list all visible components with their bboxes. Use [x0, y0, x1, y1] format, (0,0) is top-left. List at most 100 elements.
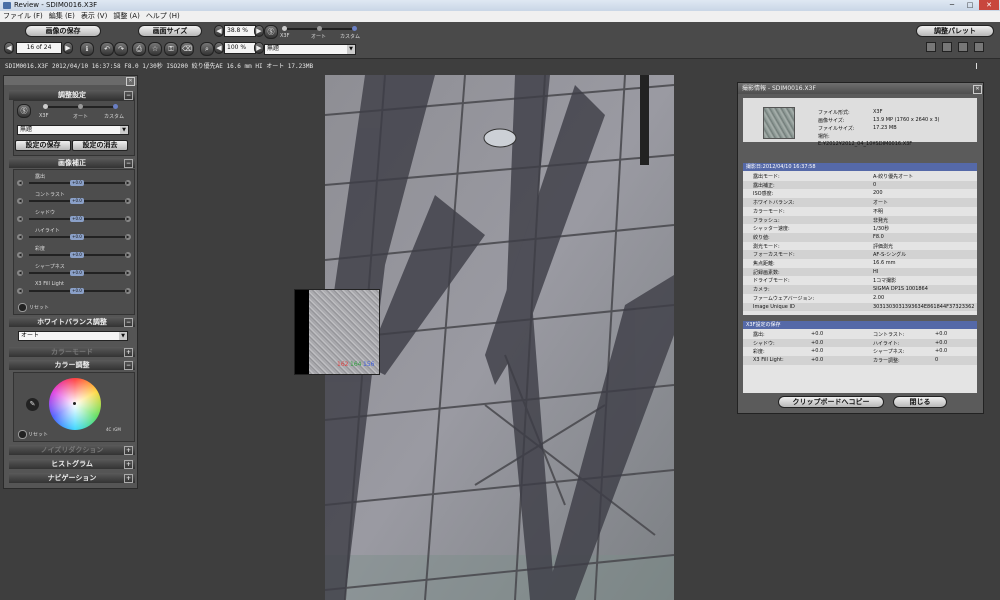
first-image-button[interactable]: ◀ — [4, 42, 14, 54]
menu-edit[interactable]: 編集 (E) — [46, 11, 78, 22]
x3f-row: シャドウ: +0.0 ハイライト: +0.0 — [743, 338, 977, 348]
color-wheel-pointer[interactable] — [73, 402, 76, 405]
slider-increase-button[interactable]: ▶ — [125, 198, 131, 204]
slider-value[interactable]: +0.0 — [70, 234, 84, 240]
rating-icon[interactable]: ☆ — [148, 42, 162, 56]
menu-adjust[interactable]: 調整 (A) — [110, 11, 142, 22]
zoom-up-arrow[interactable]: ▶ — [254, 25, 264, 37]
slider-value[interactable]: +0.0 — [70, 180, 84, 186]
color-adjust-header[interactable]: カラー調整 − — [9, 360, 135, 370]
slider-decrease-button[interactable]: ◀ — [17, 270, 23, 276]
slider-decrease-button[interactable]: ◀ — [17, 252, 23, 258]
minimize-button[interactable]: ─ — [943, 0, 961, 10]
close-icon[interactable]: ✕ — [126, 77, 135, 86]
collapse-icon[interactable]: − — [124, 91, 133, 100]
slider-value[interactable]: +0.0 — [70, 216, 84, 222]
info-row: フォーカスモード: AF-S-シングル — [743, 250, 977, 259]
color-reset-radio[interactable] — [18, 430, 27, 439]
layout-dual-icon[interactable] — [942, 42, 952, 52]
close-window-button[interactable]: ✕ — [979, 0, 999, 10]
slider-decrease-button[interactable]: ◀ — [17, 234, 23, 240]
info-value: 1コマ撮影 — [873, 278, 897, 285]
slider-increase-button[interactable]: ▶ — [125, 180, 131, 186]
preset-select[interactable]: 無題 ▼ — [17, 125, 129, 135]
zoom-field-2[interactable]: 100 % — [224, 42, 256, 54]
white-balance-select[interactable]: オート ▼ — [18, 331, 128, 341]
zoom-icon[interactable]: ⌕ — [200, 42, 214, 56]
maximize-button[interactable]: □ — [961, 0, 979, 10]
flag-icon[interactable] — [976, 63, 983, 69]
zoom-field-1[interactable]: 38.8 % — [224, 25, 256, 37]
reset-label[interactable]: リセット — [29, 304, 49, 311]
rotate-left-icon[interactable]: ↶ — [100, 42, 114, 56]
loupe-green-value: 164 — [350, 361, 362, 368]
mode-slider-knob[interactable] — [282, 26, 287, 31]
zoom-down-arrow[interactable]: ◀ — [214, 25, 224, 37]
slider-increase-button[interactable]: ▶ — [125, 234, 131, 240]
info-value: A-絞り優先オート — [873, 174, 914, 180]
expand-icon[interactable]: + — [124, 348, 133, 357]
color-wheel[interactable] — [49, 378, 101, 430]
slider-value[interactable]: +0.0 — [70, 288, 84, 294]
save-setting-button[interactable]: 設定の保存 — [15, 140, 71, 151]
zoom-loupe[interactable]: 162 164 156 — [294, 289, 380, 375]
collapse-icon[interactable]: − — [124, 318, 133, 327]
slider-value[interactable]: +0.0 — [70, 252, 84, 258]
lock-icon[interactable]: ⚿ — [164, 42, 178, 56]
zoom2-down-arrow[interactable]: ◀ — [214, 42, 224, 54]
zoom2-up-arrow[interactable]: ▶ — [254, 42, 264, 54]
rotate-right-icon[interactable]: ↷ — [114, 42, 128, 56]
print-icon[interactable]: ⎙ — [132, 42, 146, 56]
noise-reduction-header[interactable]: ノイズリダクション + — [9, 445, 135, 455]
slider-value[interactable]: +0.0 — [70, 198, 84, 204]
page-indicator[interactable]: 16 of 24 — [16, 42, 62, 54]
x3f-key: カラー調整: — [873, 358, 900, 365]
next-image-button[interactable]: ▶ — [63, 42, 73, 54]
white-balance-header[interactable]: ホワイトバランス調整 − — [9, 317, 135, 327]
layout-compare-icon[interactable] — [974, 42, 984, 52]
section-title: カラーモード — [51, 348, 93, 356]
slider-increase-button[interactable]: ▶ — [125, 252, 131, 258]
copy-to-clipboard-button[interactable]: クリップボードへコピー — [778, 396, 884, 408]
color-reset-label[interactable]: リセット — [28, 431, 48, 438]
expand-icon[interactable]: + — [124, 474, 133, 483]
slider-value[interactable]: +0.0 — [70, 270, 84, 276]
expand-icon[interactable]: + — [124, 446, 133, 455]
collapse-icon[interactable]: − — [124, 361, 133, 370]
menu-help[interactable]: ヘルプ (H) — [143, 11, 183, 22]
layout-grid-icon[interactable] — [958, 42, 968, 52]
slider-decrease-button[interactable]: ◀ — [17, 216, 23, 222]
slider-label: 彩度 — [35, 246, 46, 252]
delete-setting-button[interactable]: 設定の消去 — [72, 140, 128, 151]
layout-single-icon[interactable] — [926, 42, 936, 52]
image-correction-header[interactable]: 画像補正 − — [9, 158, 135, 168]
preset-select[interactable]: 無題 ▼ — [264, 44, 356, 55]
histogram-header[interactable]: ヒストグラム + — [9, 459, 135, 469]
close-button[interactable]: 閉じる — [893, 396, 947, 408]
menu-file[interactable]: ファイル (F) — [0, 11, 46, 22]
slider-decrease-button[interactable]: ◀ — [17, 198, 23, 204]
expand-icon[interactable]: + — [124, 460, 133, 469]
info-icon[interactable]: ℹ — [80, 42, 94, 56]
screen-size-button[interactable]: 画面サイズ — [138, 25, 202, 37]
reset-radio[interactable] — [18, 303, 27, 312]
file-info-box: ファイル形式: X3F 画像サイズ: 13.9 MP (1760 x 2640 … — [743, 98, 977, 147]
info-row: ファームウェアバージョン: 2.00 — [743, 294, 977, 303]
color-mode-header[interactable]: カラーモード + — [9, 347, 135, 357]
delete-icon[interactable]: ⌫ — [180, 42, 194, 56]
menu-view[interactable]: 表示 (V) — [78, 11, 110, 22]
slider-increase-button[interactable]: ▶ — [125, 288, 131, 294]
eyedropper-icon[interactable]: ✎ — [26, 398, 39, 411]
adjust-settings-header[interactable]: 調整設定 − — [9, 90, 135, 100]
slider-decrease-button[interactable]: ◀ — [17, 180, 23, 186]
mode-slider-knob[interactable] — [43, 104, 48, 109]
slider-increase-button[interactable]: ▶ — [125, 270, 131, 276]
adjust-palette-button[interactable]: 調整パレット — [916, 25, 994, 37]
collapse-icon[interactable]: − — [124, 159, 133, 168]
navigation-header[interactable]: ナビゲーション + — [9, 473, 135, 483]
slider-increase-button[interactable]: ▶ — [125, 216, 131, 222]
slider-decrease-button[interactable]: ◀ — [17, 288, 23, 294]
info-key: ファームウェアバージョン: — [753, 295, 815, 302]
close-icon[interactable]: ✕ — [973, 85, 982, 94]
save-image-button[interactable]: 画像の保存 — [25, 25, 101, 37]
